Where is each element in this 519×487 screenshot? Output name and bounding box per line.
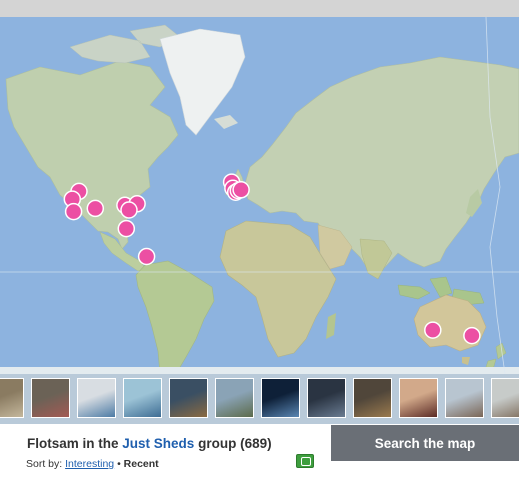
- group-title: Flotsam in the Just Sheds group (689): [27, 436, 272, 451]
- group-name-link[interactable]: Just Sheds: [122, 436, 194, 451]
- thumb-roof[interactable]: [215, 378, 254, 418]
- world-map[interactable]: [0, 17, 519, 374]
- thumb-interior[interactable]: [169, 378, 208, 418]
- sort-interesting-link[interactable]: Interesting: [65, 458, 114, 470]
- sort-controls: Sort by: Interesting • Recent: [26, 458, 159, 470]
- sort-separator: •: [117, 458, 121, 470]
- bottom-border: [0, 483, 519, 487]
- group-info-panel: Flotsam in the Just Sheds group (689) So…: [22, 424, 320, 481]
- thumb-garden-shed[interactable]: [491, 378, 519, 418]
- photo-count: (689): [240, 436, 272, 451]
- marker-california[interactable]: [64, 202, 83, 221]
- thumb-huts[interactable]: [445, 378, 484, 418]
- world-map-canvas[interactable]: [0, 17, 519, 374]
- antarctica-edge: [0, 367, 519, 374]
- thumb-dark-shed[interactable]: [307, 378, 346, 418]
- sort-recent-current: Recent: [123, 458, 159, 470]
- top-bar: [0, 0, 519, 17]
- marker-venezuela[interactable]: [137, 247, 156, 266]
- thumb-blue-shed[interactable]: [77, 378, 116, 418]
- thumb-workshop[interactable]: [353, 378, 392, 418]
- marker-new-zealand[interactable]: [463, 326, 481, 345]
- marker-netherlands[interactable]: [232, 181, 250, 199]
- search-map-button[interactable]: Search the map: [331, 425, 519, 461]
- title-suffix: group: [198, 436, 237, 451]
- thumb-couple[interactable]: [31, 378, 70, 418]
- thumb-shed-1[interactable]: [0, 378, 24, 418]
- title-prefix: Flotsam in the: [27, 436, 119, 451]
- sort-label: Sort by:: [26, 458, 63, 470]
- marker-ohio[interactable]: [120, 201, 138, 219]
- thumb-blue-hut[interactable]: [123, 378, 162, 418]
- slideshow-icon[interactable]: [296, 454, 314, 468]
- thumbnail-strip: [0, 374, 519, 424]
- marker-florida[interactable]: [117, 219, 136, 238]
- thumb-night[interactable]: [261, 378, 300, 418]
- marker-colorado[interactable]: [86, 199, 105, 218]
- marker-melbourne[interactable]: [424, 321, 442, 339]
- thumb-doorway[interactable]: [399, 378, 438, 418]
